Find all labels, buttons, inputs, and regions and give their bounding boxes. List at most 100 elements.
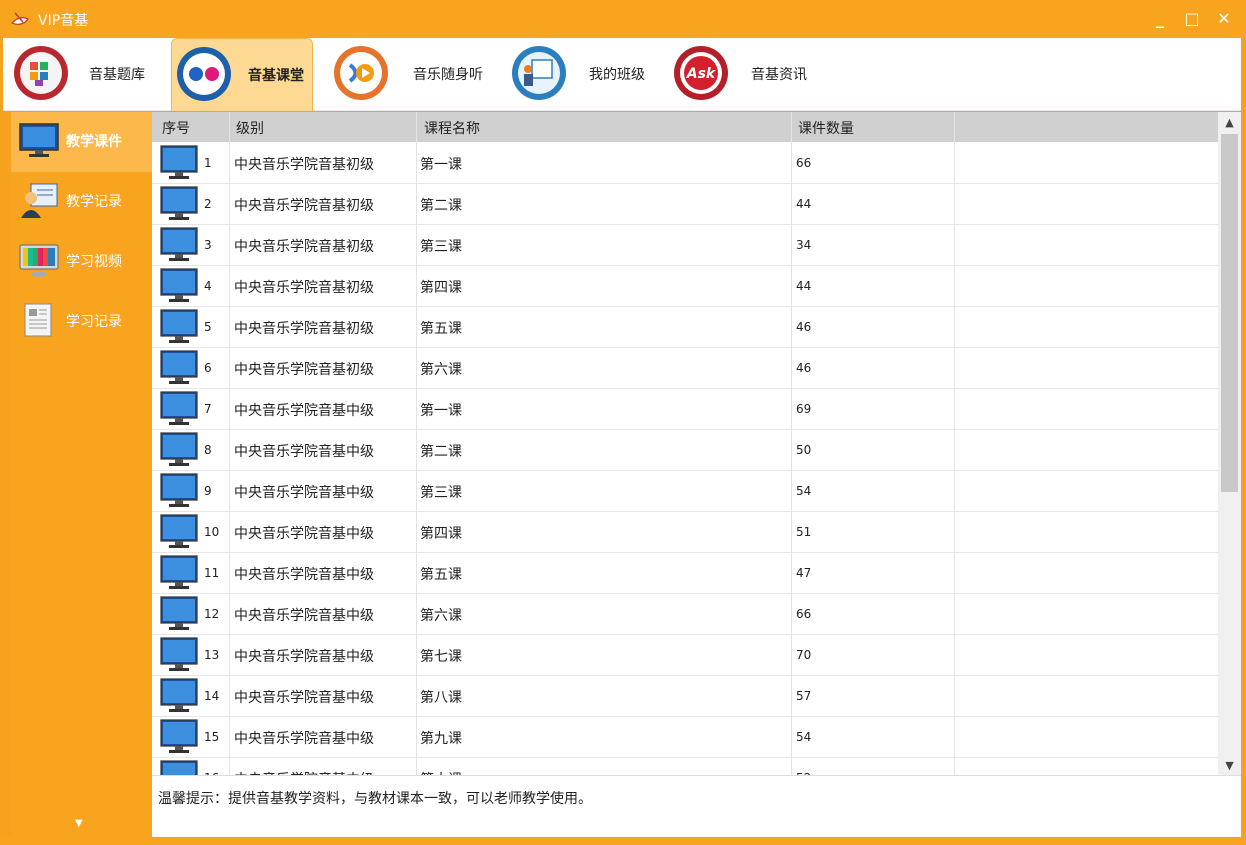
nav-tab-label: 音基资讯 [751, 67, 807, 83]
cell-level: 中央音乐学院音基中级 [234, 526, 374, 542]
cell-course: 第五课 [420, 567, 462, 583]
cell-index: 7 [204, 402, 212, 416]
monitor-icon [160, 391, 198, 427]
cell-count: 34 [796, 238, 812, 252]
table-row[interactable]: 9 中央音乐学院音基中级 第三课 54 [152, 470, 1218, 512]
monitor-icon [160, 268, 198, 304]
table-row[interactable]: 12 中央音乐学院音基中级 第六课 66 [152, 593, 1218, 635]
cell-count: 69 [796, 402, 812, 416]
cell-course: 第一课 [420, 157, 462, 173]
monitor-icon [160, 596, 198, 632]
table-row[interactable]: 11 中央音乐学院音基中级 第五课 47 [152, 552, 1218, 594]
cell-course: 第三课 [420, 239, 462, 255]
class-presentation-icon [512, 46, 566, 100]
table-row[interactable]: 3 中央音乐学院音基初级 第三课 34 [152, 224, 1218, 266]
document-icon [24, 303, 52, 337]
nav-tab-label: 音乐随身听 [413, 67, 483, 83]
flickr-dots-icon [177, 47, 231, 101]
table-row[interactable]: 2 中央音乐学院音基初级 第二课 44 [152, 183, 1218, 225]
nav-tab-news[interactable]: Ask 音基资讯 [663, 38, 823, 110]
cell-course: 第四课 [420, 526, 462, 542]
cell-course: 第六课 [420, 362, 462, 378]
cell-index: 8 [204, 443, 212, 457]
cell-course: 第三课 [420, 485, 462, 501]
table-row[interactable]: 14 中央音乐学院音基中级 第八课 57 [152, 675, 1218, 717]
cell-level: 中央音乐学院音基初级 [234, 280, 374, 296]
table-row[interactable]: 10 中央音乐学院音基中级 第四课 51 [152, 511, 1218, 553]
monitor-icon [19, 123, 59, 157]
window-title: VIP音基 [38, 13, 89, 29]
monitor-icon [160, 637, 198, 673]
sidebar-item-study-record[interactable]: 学习记录 [11, 292, 152, 352]
table-row[interactable]: 1 中央音乐学院音基初级 第一课 66 [152, 142, 1218, 184]
table-row[interactable]: 5 中央音乐学院音基初级 第五课 46 [152, 306, 1218, 348]
grid-puzzle-icon [14, 46, 68, 100]
monitor-icon [160, 555, 198, 591]
bottom-bar [0, 837, 1246, 845]
sidebar-item-label: 教学记录 [66, 194, 122, 210]
cell-index: 11 [204, 566, 220, 580]
maximize-button[interactable]: □ [1180, 9, 1204, 29]
sidebar-item-label: 教学课件 [66, 134, 122, 150]
sidebar-item-study-video[interactable]: 学习视频 [11, 232, 152, 292]
nav-tab-my-class[interactable]: 我的班级 [501, 38, 661, 110]
cell-level: 中央音乐学院音基中级 [234, 485, 374, 501]
cell-count: 70 [796, 648, 812, 662]
cell-level: 中央音乐学院音基初级 [234, 321, 374, 337]
table-row[interactable]: 16中央音乐学院音基中级第十课52 [152, 757, 1218, 775]
teacher-icon [21, 183, 58, 218]
close-button[interactable]: ✕ [1212, 9, 1236, 29]
cell-course: 第六课 [420, 608, 462, 624]
cell-level: 中央音乐学院音基中级 [234, 690, 374, 706]
nav-tab-label: 音基题库 [89, 67, 145, 83]
cell-index: 5 [204, 320, 212, 334]
cell-index: 4 [204, 279, 212, 293]
cell-level: 中央音乐学院音基中级 [234, 567, 374, 583]
table-row[interactable]: 13 中央音乐学院音基中级 第七课 70 [152, 634, 1218, 676]
title-bar: VIP音基 _ □ ✕ [0, 0, 1246, 38]
column-header-count[interactable]: 课件数量 [798, 118, 854, 138]
cell-course: 第九课 [420, 731, 462, 747]
cell-course: 第一课 [420, 403, 462, 419]
table-row[interactable]: 8 中央音乐学院音基中级 第二课 50 [152, 429, 1218, 471]
monitor-icon [160, 309, 198, 345]
app-logo-icon [10, 12, 29, 25]
cell-level: 中央音乐学院音基中级 [234, 649, 374, 665]
nav-tab-question-bank[interactable]: 音基题库 [3, 38, 163, 110]
sidebar-item-label: 学习视频 [66, 254, 122, 270]
nav-tab-music-player[interactable]: 音乐随身听 [323, 38, 493, 110]
main-panel: 序号 级别 课程名称 课件数量 1 中央音乐学院音基初级 第一课 66 2 中央音乐学院音… [152, 112, 1241, 837]
nav-tab-music-class[interactable]: 音基课堂 [171, 38, 313, 111]
cell-count: 44 [796, 197, 812, 211]
sidebar: 教学课件 教学记录 学习视频 学习记录 ▼ [11, 112, 152, 837]
column-divider [229, 112, 230, 775]
scroll-down-icon[interactable]: ▼ [1218, 759, 1241, 772]
table-row[interactable]: 4 中央音乐学院音基初级 第四课 44 [152, 265, 1218, 307]
vertical-scrollbar[interactable]: ▲ ▼ [1218, 112, 1241, 775]
cell-count: 44 [796, 279, 812, 293]
column-header-course[interactable]: 课程名称 [424, 118, 480, 138]
cell-index: 2 [204, 197, 212, 211]
cell-level: 中央音乐学院音基初级 [234, 239, 374, 255]
tip-area: 温馨提示：提供音基教学资料，与教材课本一致，可以老师教学使用。 [152, 775, 1241, 838]
ask-badge-icon: Ask [674, 46, 728, 100]
monitor-icon [160, 350, 198, 386]
table-body: 1 中央音乐学院音基初级 第一课 66 2 中央音乐学院音基初级 第二课 44 3 中央音乐学院音… [152, 142, 1218, 775]
sidebar-item-courseware[interactable]: 教学课件 [11, 112, 152, 172]
cell-course: 第五课 [420, 321, 462, 337]
sidebar-item-teaching-record[interactable]: 教学记录 [11, 172, 152, 232]
cell-count: 57 [796, 689, 812, 703]
tip-text: 温馨提示：提供音基教学资料，与教材课本一致，可以老师教学使用。 [158, 791, 592, 807]
table-row[interactable]: 15 中央音乐学院音基中级 第九课 54 [152, 716, 1218, 758]
scrollbar-thumb[interactable] [1221, 134, 1238, 492]
minimize-button[interactable]: _ [1148, 9, 1172, 29]
column-header-level[interactable]: 级别 [236, 118, 264, 138]
column-header-index[interactable]: 序号 [162, 118, 190, 138]
table-row[interactable]: 6 中央音乐学院音基初级 第六课 46 [152, 347, 1218, 389]
scroll-up-icon[interactable]: ▲ [1218, 116, 1241, 129]
sidebar-scroll-down-icon[interactable]: ▼ [75, 818, 83, 829]
column-divider [791, 112, 792, 775]
table-row[interactable]: 7 中央音乐学院音基中级 第一课 69 [152, 388, 1218, 430]
cell-course: 第四课 [420, 280, 462, 296]
cell-level: 中央音乐学院音基中级 [234, 608, 374, 624]
